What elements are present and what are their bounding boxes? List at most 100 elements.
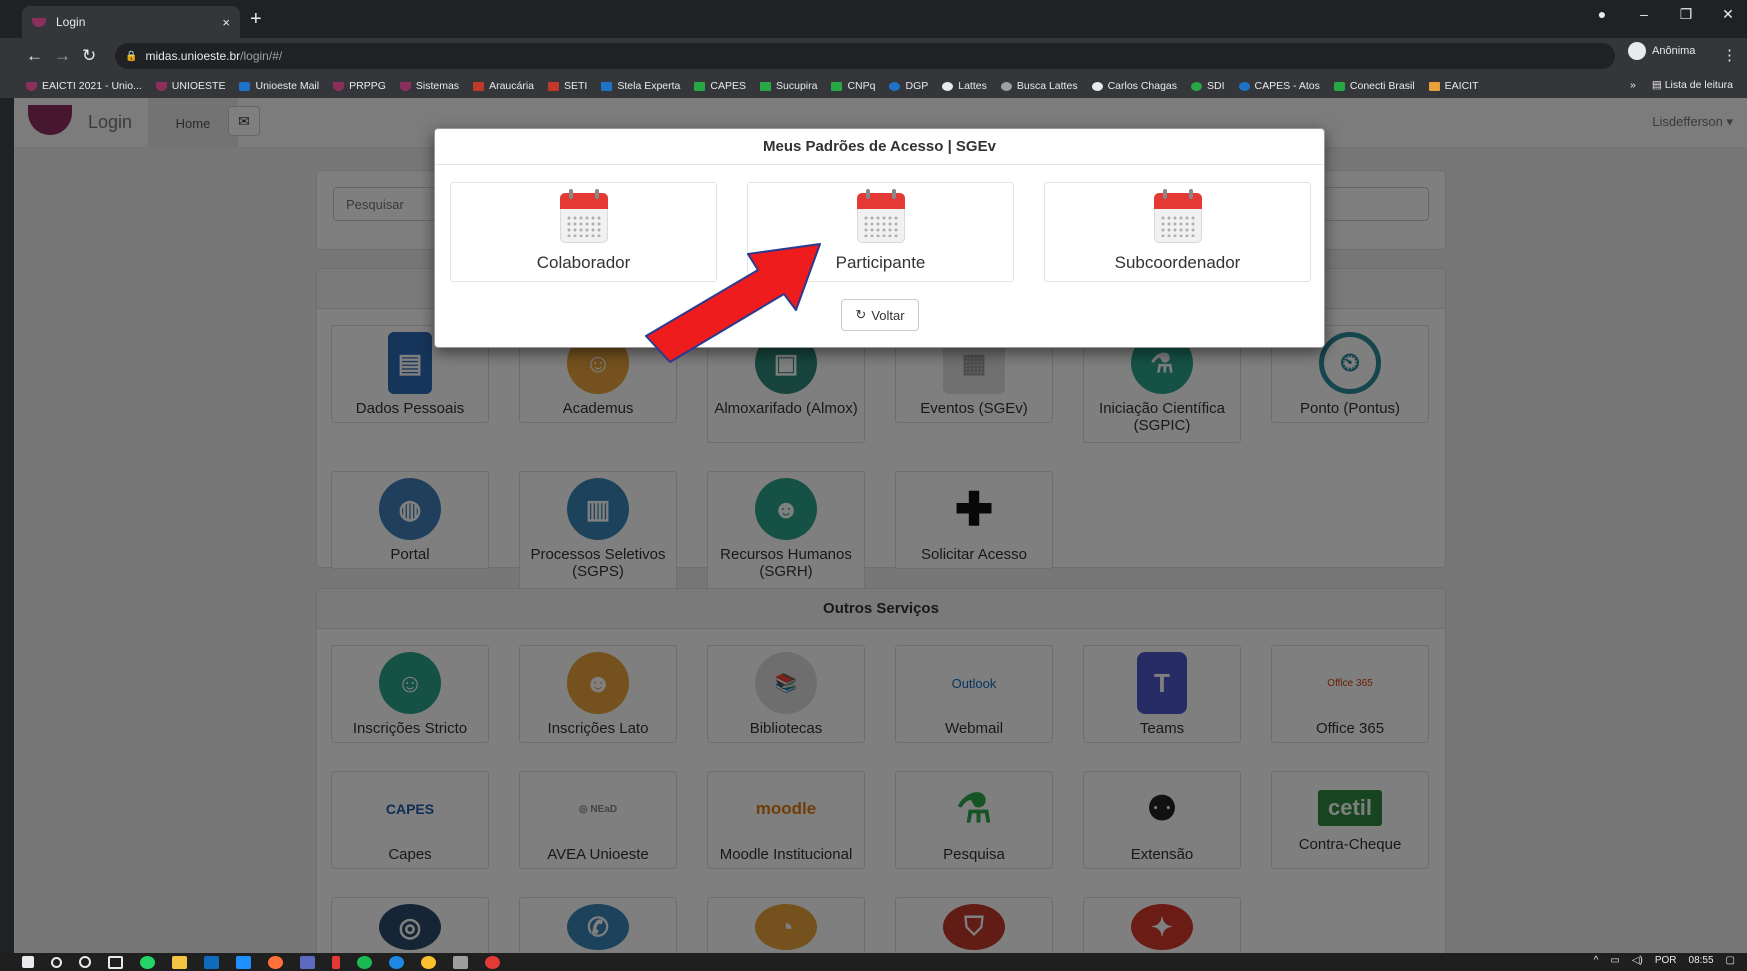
tab-strip: Login × + ● – ❐ ✕ [0,0,1747,38]
windows-start-icon[interactable] [22,956,34,968]
profile-label: Anônima [1652,45,1696,57]
bookmark-favicon-icon [26,81,37,91]
minimize-button[interactable]: – [1637,6,1651,23]
new-tab-button[interactable]: + [250,8,262,31]
bookmark-item[interactable]: SDI [1191,80,1225,92]
calendar-icon [856,189,905,243]
tab-title: Login [56,15,86,29]
sdi-favicon-icon [1191,81,1203,91]
bookmark-favicon-icon [155,81,167,91]
bookmark-favicon-icon [399,81,411,91]
reload-icon[interactable]: ↻ [82,46,96,66]
bookmark-item[interactable]: Carlos Chagas [1091,80,1177,92]
calendar-icon [559,189,608,243]
back-button-label: Voltar [871,307,905,323]
forward-arrow-icon[interactable]: → [54,46,71,66]
more-bookmarks-icon[interactable]: » [1630,79,1636,91]
app-icon[interactable] [453,955,468,969]
bookmark-item[interactable]: DGP [889,80,928,92]
tab-login[interactable]: Login × [22,6,240,38]
cortana-icon[interactable] [79,956,91,968]
app-icon[interactable] [485,955,500,969]
unioeste-favicon-icon [32,17,46,27]
restore-button[interactable]: ❐ [1679,6,1693,23]
search-icon[interactable] [51,956,62,968]
bookmark-item[interactable]: Stela Experta [601,80,680,92]
cnpq-favicon-icon [831,81,843,91]
url-host: midas.unioeste.br [145,49,241,63]
lock-icon: 🔒 [125,50,138,62]
busca-lattes-favicon-icon [1000,81,1012,91]
bookmark-item[interactable]: Sistemas [399,80,459,92]
close-window-button[interactable]: ✕ [1721,6,1735,23]
bookmark-favicon-icon [333,81,345,91]
profile-chip[interactable]: Anônima [1628,42,1695,60]
file-explorer-icon[interactable] [172,955,187,969]
incognito-avatar-icon [1628,42,1646,60]
mail-app-icon[interactable] [236,955,251,969]
bookmarks-bar: EAICTI 2021 - Unio... UNIOESTE Unioeste … [0,74,1747,98]
app-icon[interactable] [332,955,340,969]
lattes-favicon-icon [942,81,954,91]
mail-favicon-icon [239,81,251,91]
red-arrow-annotation [645,243,821,363]
undo-icon: ↻ [855,307,867,322]
firefox-icon[interactable] [268,955,283,969]
address-bar[interactable]: 🔒 midas.unioeste.br/login/#/ [115,43,1615,69]
windows-taskbar: ^ ▭ ◁) POR 08:55 ▢ [0,953,1747,971]
role-subcoordenador[interactable]: Subcoordenador [1044,182,1311,282]
araucaria-favicon-icon [473,81,485,91]
capes-favicon-icon [694,81,706,91]
bookmark-item[interactable]: CNPq [831,80,875,92]
access-profile-modal: Meus Padrões de Acesso | SGEv Colaborado… [434,128,1325,348]
notifications-icon[interactable]: ▢ [1726,955,1735,966]
network-icon[interactable]: ▭ [1610,955,1619,966]
browser-menu-icon[interactable]: ⋮ [1722,46,1737,64]
edge-icon[interactable] [389,955,404,969]
bookmark-item[interactable]: SETI [548,80,587,92]
carlos-chagas-favicon-icon [1091,81,1103,91]
back-button[interactable]: ↻ Voltar [841,299,919,331]
calendar-icon [1153,189,1202,243]
system-tray: ^ ▭ ◁) POR 08:55 ▢ [1594,955,1735,966]
reading-list-button[interactable]: ▤ Lista de leitura [1652,79,1733,91]
eaicit-favicon-icon [1428,81,1440,91]
bookmark-item[interactable]: UNIOESTE [155,80,225,92]
spotify-icon[interactable] [357,955,372,969]
window-controls: ● – ❐ ✕ [1595,6,1735,23]
task-view-icon[interactable] [108,955,123,969]
bookmark-item[interactable]: Conecti Brasil [1333,80,1415,92]
tab-close-icon[interactable]: × [222,15,230,30]
chrome-icon[interactable] [421,955,436,969]
bookmark-item[interactable]: Busca Lattes [1000,80,1078,92]
modal-title: Meus Padrões de Acesso | SGEv [435,129,1324,165]
whatsapp-icon[interactable] [140,955,155,969]
bookmarks-right: » ▤ Lista de leitura [1620,79,1733,91]
language-indicator[interactable]: POR [1655,955,1677,966]
back-arrow-icon[interactable]: ← [26,46,43,66]
volume-icon[interactable]: ◁) [1632,955,1643,966]
app-icon[interactable] [300,955,315,969]
clock[interactable]: 08:55 [1689,955,1714,966]
dgp-favicon-icon [889,81,901,91]
bookmark-item[interactable]: CAPES - Atos [1238,80,1320,92]
bookmark-item[interactable]: EAICTI 2021 - Unio... [26,80,142,92]
stela-favicon-icon [601,81,613,91]
sucupira-favicon-icon [760,81,772,91]
chevron-up-icon[interactable]: ^ [1594,955,1599,966]
bookmark-item[interactable]: PRPPG [333,80,386,92]
bookmark-item[interactable]: Araucária [473,80,534,92]
bookmark-item[interactable]: Sucupira [760,80,817,92]
capes-atos-favicon-icon [1238,81,1250,91]
outlook-icon[interactable] [204,955,219,969]
bookmark-item[interactable]: EAICIT [1428,80,1479,92]
role-options: Colaborador Participante Subcoordenador [450,182,1311,282]
bookmark-item[interactable]: Lattes [942,80,987,92]
url-path: /login/#/ [240,49,283,63]
conecti-favicon-icon [1333,81,1345,91]
record-icon[interactable]: ● [1595,6,1609,23]
browser-toolbar: ← → ↻ 🔒 midas.unioeste.br/login/#/ Anôni… [0,38,1747,74]
seti-favicon-icon [548,81,560,91]
bookmark-item[interactable]: Unioeste Mail [239,80,319,92]
bookmark-item[interactable]: CAPES [694,80,746,92]
